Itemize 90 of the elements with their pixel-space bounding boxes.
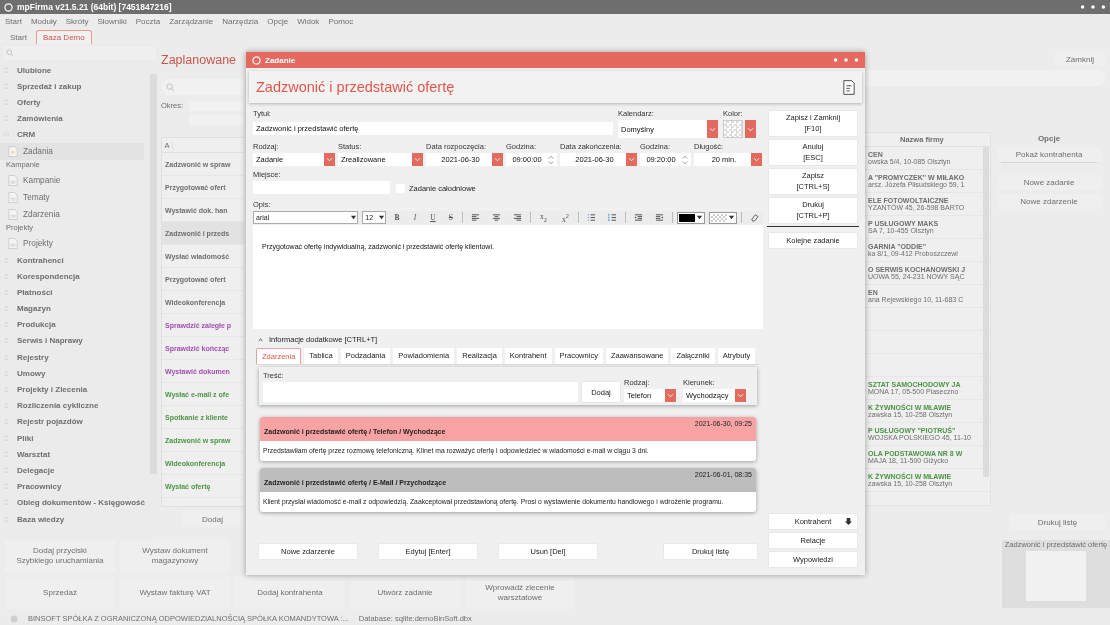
panel-title: Opcje xyxy=(1037,134,1061,143)
sidebar-group[interactable]: Korespondencja xyxy=(0,268,148,285)
sidebar-group[interactable]: Sprzedaż i zakup xyxy=(0,78,148,95)
sidebar-group[interactable]: Kontrahenci xyxy=(0,251,148,269)
highlight-color-picker[interactable] xyxy=(709,211,738,224)
indent-icon[interactable] xyxy=(634,213,644,222)
menu-item[interactable]: Widok xyxy=(297,16,320,26)
sidebar-group[interactable]: Rejestry xyxy=(0,349,148,366)
chevron-icon xyxy=(324,153,335,166)
sidebar-group[interactable]: Pracownicy xyxy=(0,478,148,495)
chevron-icon xyxy=(412,153,423,166)
outdent-icon[interactable] xyxy=(655,213,665,222)
view-heading: Zaplanowane xyxy=(161,53,238,69)
sidebar-group[interactable]: Magazyn xyxy=(0,300,148,317)
bullet-list-icon[interactable] xyxy=(587,213,597,222)
dropdown-arrow-icon xyxy=(350,214,358,221)
menu-item[interactable]: Narzędzia xyxy=(222,16,259,26)
search-icon xyxy=(166,82,175,92)
sidebar-item[interactable]: Kampanie xyxy=(0,171,144,189)
spinner-icon xyxy=(548,154,554,165)
sidebar-group[interactable]: Projekty i Zlecenia xyxy=(0,381,148,398)
spinner-icon xyxy=(682,154,688,165)
sidebar-group[interactable]: Ulubione xyxy=(0,62,148,79)
sidebar-group[interactable]: Umowy xyxy=(0,365,148,382)
menu-item[interactable]: Pomoc xyxy=(328,16,354,26)
dropdown-arrow-icon xyxy=(696,214,704,221)
eraser-icon[interactable] xyxy=(750,213,760,222)
document-tab[interactable]: Baza Demo xyxy=(35,30,92,44)
chevron-icon xyxy=(665,389,676,402)
document-icon xyxy=(8,173,18,187)
menu-item[interactable]: Słowniki xyxy=(97,16,127,26)
menu-item[interactable]: Poczta xyxy=(135,16,161,26)
menu-item[interactable]: Skróty xyxy=(65,16,89,26)
document-icon xyxy=(843,78,855,96)
chevron-icon xyxy=(492,153,503,166)
event-card[interactable] xyxy=(260,468,756,512)
document-icon xyxy=(8,236,18,250)
menu-item[interactable]: Opcje xyxy=(267,16,289,26)
sidebar-group[interactable]: CRM xyxy=(0,126,148,143)
search-field[interactable] xyxy=(161,79,244,95)
sidebar-group[interactable]: Produkcja xyxy=(0,316,148,333)
sidebar-group[interactable]: Warsztat xyxy=(0,446,148,463)
date-field[interactable] xyxy=(189,115,244,125)
sidebar-item[interactable]: Zadania xyxy=(0,142,144,160)
sidebar-group[interactable]: Rozliczenia cykliczne xyxy=(0,397,148,414)
sidebar-group[interactable]: Rejestr pojazdów xyxy=(0,413,148,430)
search-field[interactable] xyxy=(863,70,1105,86)
document-icon xyxy=(8,190,18,204)
sidebar-item[interactable]: Zdarzenia xyxy=(0,205,144,223)
document-tab[interactable]: Start xyxy=(4,31,33,44)
sidebar-group[interactable]: Pliki xyxy=(0,430,148,447)
menu-item[interactable]: Moduły xyxy=(30,16,57,26)
sidebar-group[interactable]: Baza wiedzy xyxy=(0,510,148,528)
search-icon xyxy=(6,49,14,57)
dialog-title: Zadanie xyxy=(265,55,296,65)
dropdown-arrow-icon xyxy=(378,214,386,221)
dropdown-arrow-icon xyxy=(728,214,736,221)
text-color-picker[interactable] xyxy=(677,211,706,224)
task-heading: Zadzwonić i przedstawić ofertę xyxy=(256,79,455,95)
window-dots-icon[interactable] xyxy=(1080,4,1106,10)
sidebar-group[interactable]: Oferty xyxy=(0,94,148,111)
menu-item[interactable]: Zarządzanie xyxy=(169,16,214,26)
sidebar-group[interactable]: Serwis i Naprawy xyxy=(0,332,148,350)
window-dots-icon[interactable] xyxy=(833,57,859,63)
align-icon[interactable] xyxy=(512,213,522,222)
sidebar-group[interactable]: Delegacje xyxy=(0,462,148,479)
sidebar-group[interactable]: Płatności xyxy=(0,284,148,301)
document-icon xyxy=(8,144,18,158)
numbered-list-icon[interactable] xyxy=(608,213,618,222)
align-icon[interactable] xyxy=(491,213,501,222)
sidebar-group[interactable]: Zamówienia xyxy=(0,110,148,127)
status-icon xyxy=(10,614,18,623)
search-field[interactable] xyxy=(3,46,156,60)
chevron-icon xyxy=(745,120,756,138)
chevron-icon xyxy=(735,389,746,402)
sidebar-item[interactable]: Projekty xyxy=(0,234,144,252)
app-title: mpFirma v21.5.21 (64bit) [7451847216] xyxy=(17,2,172,12)
document-icon xyxy=(8,207,18,221)
down-arrow-icon xyxy=(844,517,853,526)
chevron-icon xyxy=(626,153,637,166)
logo-icon xyxy=(252,55,261,65)
align-icon[interactable] xyxy=(470,213,480,222)
chevron-icon xyxy=(707,120,718,138)
chevron-icon xyxy=(751,153,762,166)
sidebar-group[interactable]: Obieg dokumentów - Księgowość xyxy=(0,494,148,511)
date-field[interactable] xyxy=(189,101,244,111)
logo-icon xyxy=(4,2,13,12)
menu-item[interactable]: Start xyxy=(5,16,22,26)
chevron-icon[interactable] xyxy=(258,336,263,343)
sidebar-item[interactable]: Tematy xyxy=(0,188,144,206)
